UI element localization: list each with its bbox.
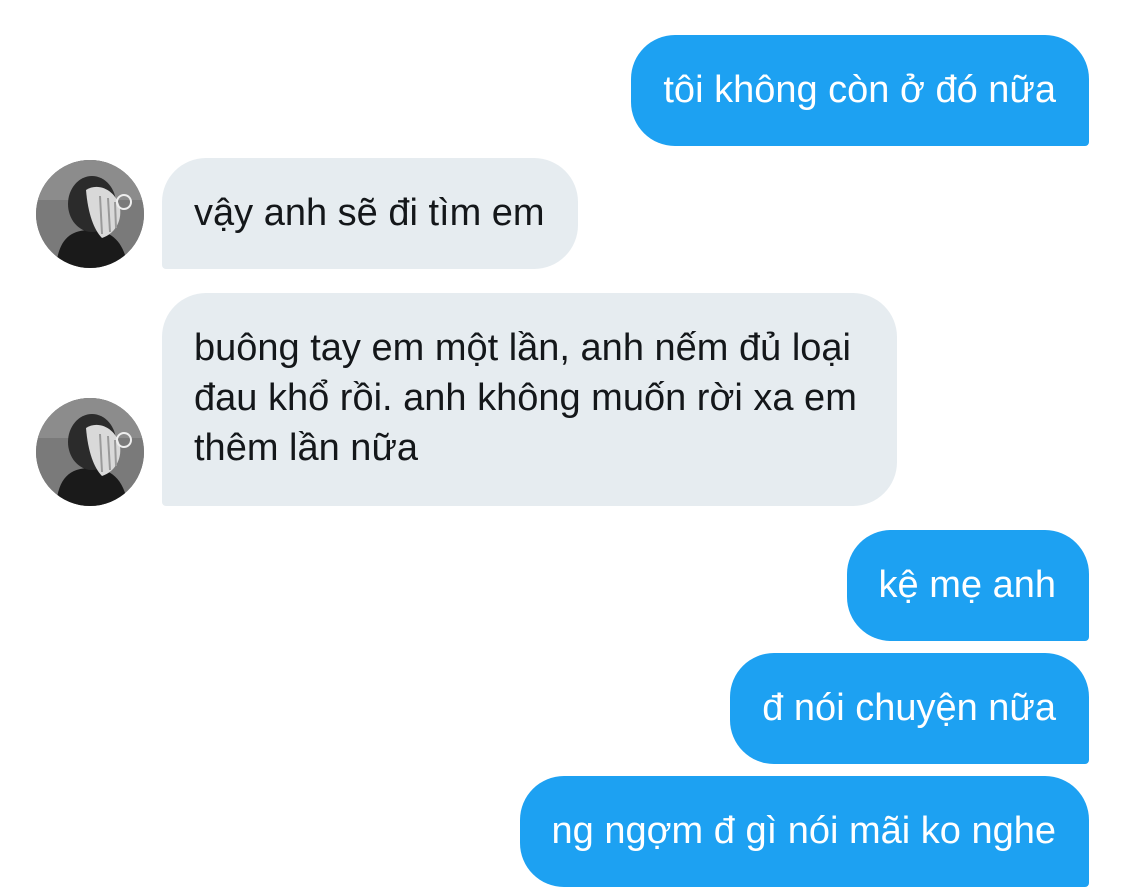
message-text: đ nói chuyện nữa bbox=[762, 687, 1056, 729]
message-text: buông tay em một lần, anh nếm đủ loại đa… bbox=[194, 327, 857, 469]
message-text: kệ mẹ anh bbox=[878, 564, 1056, 606]
outgoing-message-bubble[interactable]: tôi không còn ở đó nữa bbox=[631, 35, 1089, 146]
incoming-message-bubble[interactable]: buông tay em một lần, anh nếm đủ loại đa… bbox=[162, 293, 897, 506]
message-text: ng ngợm đ gì nói mãi ko nghe bbox=[551, 810, 1056, 852]
avatar-photo-icon bbox=[36, 160, 144, 268]
contact-avatar[interactable] bbox=[36, 160, 144, 268]
contact-avatar[interactable] bbox=[36, 398, 144, 506]
outgoing-message-bubble[interactable]: ng ngợm đ gì nói mãi ko nghe bbox=[519, 776, 1089, 887]
message-text: vậy anh sẽ đi tìm em bbox=[194, 192, 545, 234]
outgoing-message-bubble[interactable]: đ nói chuyện nữa bbox=[730, 653, 1089, 764]
message-text: tôi không còn ở đó nữa bbox=[663, 69, 1056, 111]
incoming-message-bubble[interactable]: vậy anh sẽ đi tìm em bbox=[162, 158, 578, 269]
outgoing-message-bubble[interactable]: kệ mẹ anh bbox=[846, 530, 1089, 641]
avatar-photo-icon bbox=[36, 398, 144, 506]
